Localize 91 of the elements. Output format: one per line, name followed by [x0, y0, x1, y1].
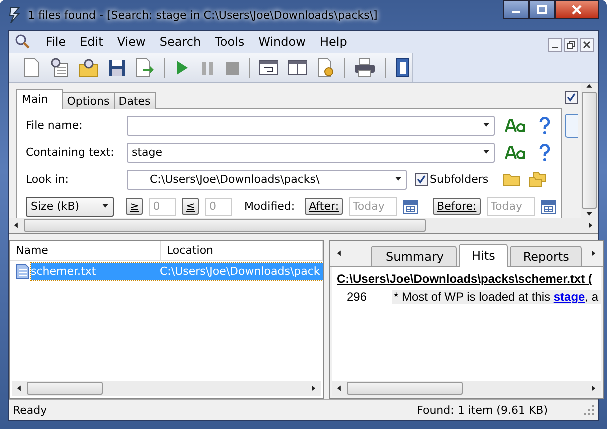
file-heading[interactable]: C:\Users\Joe\Downloads\packs\schemer.txt ( — [337, 272, 602, 286]
restore-button[interactable] — [564, 38, 578, 52]
horizontal-scrollbar[interactable] — [12, 381, 321, 396]
case-sensitivity-icon[interactable] — [505, 118, 527, 134]
status-text: Ready — [13, 404, 48, 416]
vertical-scrollbar[interactable] — [581, 83, 598, 218]
close-button[interactable] — [580, 38, 594, 52]
restore-icon — [566, 40, 576, 50]
field-label: Containing text: — [26, 146, 116, 159]
scroll-right-icon[interactable] — [590, 385, 598, 392]
minimize-button[interactable] — [548, 38, 562, 52]
tab[interactable]: Hits — [459, 244, 508, 267]
close-icon — [583, 41, 591, 49]
before-button[interactable]: Before: — [433, 198, 481, 215]
resize-grip-icon — [584, 405, 594, 415]
calendar-icon[interactable] — [403, 198, 420, 214]
size-dropdown[interactable]: Size (kB) — [26, 196, 114, 216]
export-icon[interactable] — [135, 58, 155, 78]
size-field[interactable]: 0 — [149, 198, 176, 216]
document-search-icon[interactable] — [50, 58, 70, 78]
dropdown-arrow-icon[interactable] — [483, 122, 490, 129]
dropdown-arrow-icon[interactable] — [102, 203, 109, 210]
folder-icon[interactable] — [502, 172, 521, 187]
scroll-left-icon[interactable] — [13, 222, 20, 229]
checkbox[interactable] — [565, 91, 578, 104]
help-icon[interactable] — [539, 144, 551, 162]
file-name-field[interactable] — [127, 116, 495, 136]
printer-icon[interactable] — [354, 58, 376, 78]
tab[interactable]: Dates — [114, 92, 156, 109]
column-header[interactable]: Location — [161, 241, 323, 260]
after-button[interactable]: After: — [305, 198, 344, 215]
size-field[interactable]: 0 — [205, 198, 232, 216]
checkbox-label: Subfolders — [430, 173, 489, 186]
at-most-button[interactable]: ≤ — [182, 198, 200, 215]
dropdown-arrow-icon[interactable] — [395, 176, 402, 183]
close-button[interactable] — [555, 0, 599, 19]
layout-icon[interactable] — [288, 58, 308, 76]
save-icon[interactable] — [108, 58, 126, 76]
app-icon — [8, 6, 22, 24]
scroll-left-icon[interactable] — [16, 385, 23, 392]
calendar-icon[interactable] — [540, 198, 557, 214]
menu-item[interactable]: Tools — [208, 35, 252, 49]
checkbox[interactable] — [415, 173, 428, 186]
text-file-icon — [16, 264, 30, 280]
scroll-left-icon[interactable] — [336, 250, 343, 257]
folders-icon[interactable] — [528, 172, 547, 188]
search-icon — [15, 34, 31, 50]
window-title: 1 files found - [Search: stage in C:\Users\Joe\Downloads\packs\] — [28, 8, 378, 22]
status-text: Found: 1 item (9.61 KB) — [417, 404, 548, 416]
help-book-icon[interactable] — [395, 58, 411, 78]
date-field[interactable]: Today — [486, 197, 535, 216]
match-link[interactable]: stage — [554, 290, 586, 304]
maximize-icon — [536, 4, 548, 14]
field-label: Look in: — [26, 173, 70, 186]
menu-item[interactable]: Window — [252, 35, 313, 49]
horizontal-scrollbar[interactable] — [332, 381, 602, 396]
date-field[interactable]: Today — [349, 197, 398, 216]
scroll-left-icon[interactable] — [336, 385, 343, 392]
minimize-icon — [511, 11, 521, 14]
menu-item[interactable]: View — [110, 35, 153, 49]
close-icon — [571, 4, 583, 14]
at-least-button[interactable]: ≥ — [126, 198, 144, 215]
document-settings-icon[interactable] — [317, 58, 335, 78]
minimize-button[interactable] — [503, 0, 529, 19]
tab[interactable]: Main — [16, 89, 64, 109]
horizontal-scrollbar[interactable] — [9, 218, 598, 233]
field-label: File name: — [26, 119, 84, 132]
menu-item[interactable]: File — [39, 35, 74, 49]
scroll-right-icon[interactable] — [587, 222, 594, 229]
maximize-button[interactable] — [529, 0, 555, 19]
menu-item[interactable]: Edit — [73, 35, 110, 49]
scroll-right-icon[interactable] — [310, 385, 317, 392]
folder-search-icon[interactable] — [79, 58, 99, 78]
dropdown-arrow-icon[interactable] — [483, 149, 490, 156]
look-in-field[interactable]: C:\Users\Joe\Downloads\packs\ — [127, 170, 407, 190]
play-icon[interactable] — [174, 58, 190, 76]
side-button[interactable] — [565, 114, 578, 138]
tab[interactable]: Reports — [510, 246, 582, 266]
case-sensitivity-icon[interactable] — [505, 144, 527, 160]
modified-label: Modified: — [244, 200, 296, 213]
new-document-icon[interactable] — [23, 58, 41, 78]
line-number: 296 — [346, 290, 368, 304]
column-header[interactable]: Name — [10, 241, 161, 260]
help-icon[interactable] — [539, 116, 551, 134]
scroll-right-icon[interactable] — [590, 250, 598, 257]
menu-item[interactable]: Help — [312, 35, 354, 49]
containing-text-field[interactable]: stage — [127, 142, 495, 162]
tab[interactable]: Options — [62, 92, 115, 109]
window-icon[interactable] — [259, 58, 279, 76]
menu-item[interactable]: Search — [152, 35, 208, 49]
tab[interactable]: Summary — [371, 246, 457, 266]
